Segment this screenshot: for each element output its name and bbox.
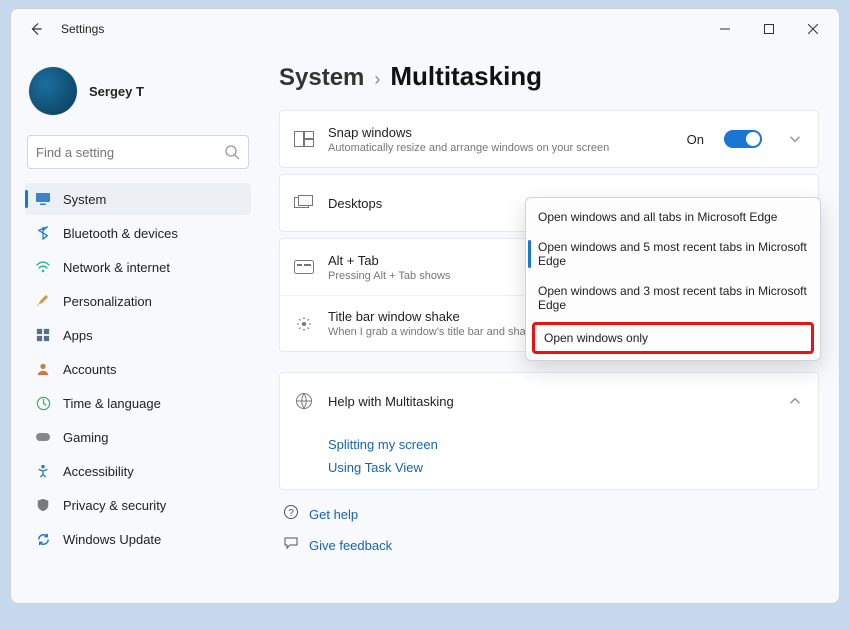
close-button[interactable] [791,13,835,45]
help-row[interactable]: Help with Multitasking [280,373,818,429]
globe-help-icon [294,391,314,411]
search-input[interactable] [36,145,224,160]
chevron-up-icon[interactable] [786,392,804,410]
dropdown-option[interactable]: Open windows and all tabs in Microsoft E… [526,202,820,232]
update-icon [35,531,51,547]
toggle-state-label: On [687,132,704,147]
help-links: Splitting my screen Using Task View [280,429,818,489]
apps-icon [35,327,51,343]
row-title: Help with Multitasking [328,394,762,409]
accessibility-icon [35,463,51,479]
sidebar-item-label: Network & internet [63,260,170,275]
snap-toggle[interactable] [724,130,762,148]
sidebar-item-bluetooth[interactable]: Bluetooth & devices [25,217,251,249]
sidebar-item-windows-update[interactable]: Windows Update [25,523,251,555]
get-help-link[interactable]: Get help [309,507,358,522]
sidebar-item-apps[interactable]: Apps [25,319,251,351]
window-title: Settings [61,22,104,36]
sidebar-item-accessibility[interactable]: Accessibility [25,455,251,487]
shake-icon [294,314,314,334]
sidebar-item-label: Windows Update [63,532,161,547]
shield-icon [35,497,51,513]
sidebar-item-label: Privacy & security [63,498,166,513]
footer-links: ? Get help Give feedback [283,504,819,556]
snap-icon [294,129,314,149]
sidebar-item-label: Gaming [63,430,109,445]
sidebar-item-label: Apps [63,328,93,343]
search-box[interactable] [27,135,249,169]
sidebar-item-label: Accessibility [63,464,134,479]
sidebar-item-network[interactable]: Network & internet [25,251,251,283]
gamepad-icon [35,429,51,445]
nav-list: System Bluetooth & devices Network & int… [25,183,251,555]
titlebar: Settings [11,9,839,49]
give-feedback-row[interactable]: Give feedback [283,535,819,556]
alttab-row[interactable]: Alt + Tab Pressing Alt + Tab shows Open … [280,239,818,295]
chevron-down-icon[interactable] [786,130,804,148]
sidebar-item-label: System [63,192,106,207]
sidebar-item-personalization[interactable]: Personalization [25,285,251,317]
sidebar-item-gaming[interactable]: Gaming [25,421,251,453]
help-link-taskview[interactable]: Using Task View [328,460,804,475]
breadcrumb: System › Multitasking [279,61,819,92]
snap-windows-row[interactable]: Snap windows Automatically resize and ar… [280,111,818,167]
row-subtitle: Automatically resize and arrange windows… [328,142,673,154]
search-icon [224,144,240,160]
minimize-icon [720,24,730,34]
display-icon [35,191,51,207]
maximize-button[interactable] [747,13,791,45]
sidebar-item-label: Personalization [63,294,152,309]
svg-text:?: ? [288,508,294,519]
alttab-dropdown: Open windows and all tabs in Microsoft E… [525,197,821,361]
sidebar-item-accounts[interactable]: Accounts [25,353,251,385]
close-icon [808,24,818,34]
user-name: Sergey T [89,84,144,99]
settings-window: Settings Sergey T System [10,8,840,604]
snap-windows-card: Snap windows Automatically resize and ar… [279,110,819,168]
globe-clock-icon [35,395,51,411]
minimize-button[interactable] [703,13,747,45]
avatar [29,67,77,115]
brush-icon [35,293,51,309]
sidebar-item-label: Bluetooth & devices [63,226,178,241]
alttab-shake-card: Alt + Tab Pressing Alt + Tab shows Open … [279,238,819,352]
wifi-icon [35,259,51,275]
get-help-row[interactable]: ? Get help [283,504,819,525]
dropdown-option[interactable]: Open windows and 5 most recent tabs in M… [526,232,820,276]
row-title: Snap windows [328,125,673,140]
alttab-icon [294,257,314,277]
sidebar-item-privacy[interactable]: Privacy & security [25,489,251,521]
desktops-icon [294,193,314,213]
maximize-icon [764,24,774,34]
breadcrumb-parent[interactable]: System [279,64,364,92]
page-title: Multitasking [390,61,542,92]
arrow-left-icon [29,22,43,36]
sidebar-item-label: Time & language [63,396,161,411]
user-profile[interactable]: Sergey T [25,59,251,129]
help-link-splitting[interactable]: Splitting my screen [328,437,804,452]
give-feedback-link[interactable]: Give feedback [309,538,392,553]
sidebar-item-label: Accounts [63,362,116,377]
help-icon: ? [283,504,299,525]
sidebar: Sergey T System Bluetooth & devices Netw… [11,49,259,603]
dropdown-option-highlighted[interactable]: Open windows only [532,322,814,354]
chevron-right-icon: › [374,69,380,90]
feedback-icon [283,535,299,556]
window-controls [703,13,835,45]
help-card: Help with Multitasking Splitting my scre… [279,372,819,490]
back-button[interactable] [19,12,53,46]
sidebar-item-time-language[interactable]: Time & language [25,387,251,419]
sidebar-item-system[interactable]: System [25,183,251,215]
dropdown-option[interactable]: Open windows and 3 most recent tabs in M… [526,276,820,320]
bluetooth-icon [35,225,51,241]
person-icon [35,361,51,377]
main-panel: System › Multitasking Snap windows Autom… [259,49,839,603]
